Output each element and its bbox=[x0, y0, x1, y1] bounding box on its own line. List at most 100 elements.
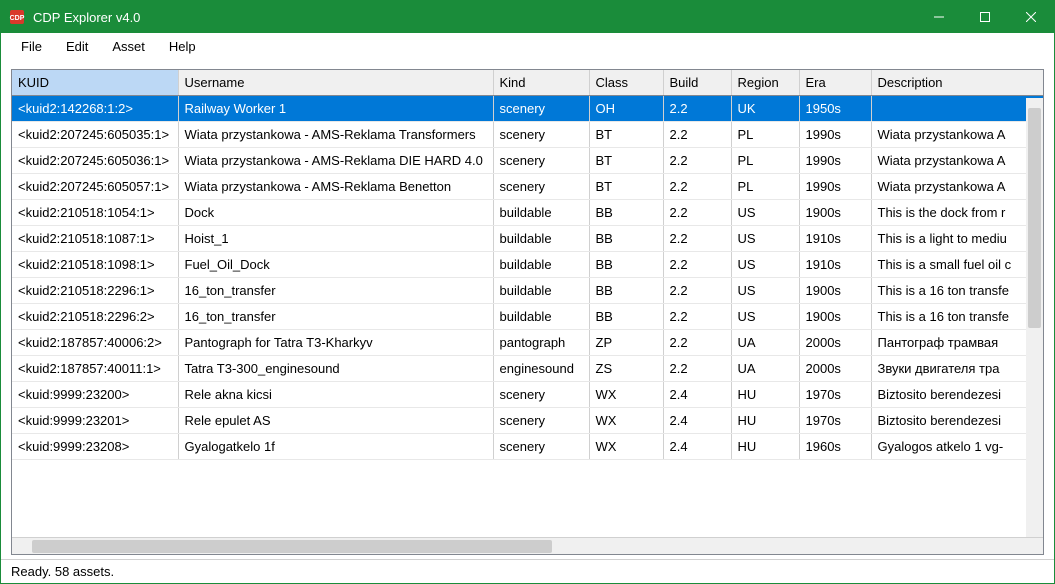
cell-build: 2.2 bbox=[663, 122, 731, 148]
table-row[interactable]: <kuid2:207245:605036:1>Wiata przystankow… bbox=[12, 148, 1043, 174]
close-button[interactable] bbox=[1008, 1, 1054, 33]
horizontal-scrollbar[interactable] bbox=[12, 537, 1043, 554]
cell-kind: buildable bbox=[493, 278, 589, 304]
table-row[interactable]: <kuid2:142268:1:2>Railway Worker 1scener… bbox=[12, 96, 1043, 122]
cell-era: 1960s bbox=[799, 434, 871, 460]
cell-build: 2.2 bbox=[663, 226, 731, 252]
cell-description: This is the dock from r bbox=[871, 200, 1043, 226]
cell-description: This is a 16 ton transfe bbox=[871, 278, 1043, 304]
menu-help[interactable]: Help bbox=[157, 35, 208, 58]
cell-username: Railway Worker 1 bbox=[178, 96, 493, 122]
cell-region: US bbox=[731, 226, 799, 252]
vertical-scrollbar[interactable] bbox=[1026, 98, 1043, 537]
cell-class: BB bbox=[589, 278, 663, 304]
cell-username: Fuel_Oil_Dock bbox=[178, 252, 493, 278]
cell-era: 1950s bbox=[799, 96, 871, 122]
col-header-region[interactable]: Region bbox=[731, 70, 799, 96]
cell-username: Pantograph for Tatra T3-Kharkyv bbox=[178, 330, 493, 356]
status-text: Ready. 58 assets. bbox=[11, 564, 114, 579]
cell-kuid: <kuid2:207245:605057:1> bbox=[12, 174, 178, 200]
cell-kind: scenery bbox=[493, 408, 589, 434]
horizontal-scrollbar-thumb[interactable] bbox=[32, 540, 552, 553]
col-header-kuid[interactable]: KUID bbox=[12, 70, 178, 96]
app-icon: CDP bbox=[9, 9, 25, 25]
cell-kuid: <kuid2:210518:1054:1> bbox=[12, 200, 178, 226]
cell-class: BT bbox=[589, 122, 663, 148]
cell-kind: scenery bbox=[493, 122, 589, 148]
cell-username: Wiata przystankowa - AMS-Reklama DIE HAR… bbox=[178, 148, 493, 174]
cell-class: WX bbox=[589, 382, 663, 408]
col-header-description[interactable]: Description bbox=[871, 70, 1043, 96]
cell-region: UA bbox=[731, 330, 799, 356]
table-header-row: KUID Username Kind Class Build Region Er… bbox=[12, 70, 1043, 96]
cell-class: BT bbox=[589, 148, 663, 174]
cell-build: 2.2 bbox=[663, 174, 731, 200]
cell-kind: scenery bbox=[493, 148, 589, 174]
cell-era: 1990s bbox=[799, 174, 871, 200]
cell-kind: scenery bbox=[493, 174, 589, 200]
cell-description: Звуки двигателя тра bbox=[871, 356, 1043, 382]
menu-asset[interactable]: Asset bbox=[100, 35, 157, 58]
cell-kind: buildable bbox=[493, 226, 589, 252]
cell-description: This is a light to mediu bbox=[871, 226, 1043, 252]
cell-kind: buildable bbox=[493, 252, 589, 278]
cell-username: Gyalogatkelo 1f bbox=[178, 434, 493, 460]
maximize-button[interactable] bbox=[962, 1, 1008, 33]
table-row[interactable]: <kuid2:210518:1054:1>DockbuildableBB2.2U… bbox=[12, 200, 1043, 226]
minimize-button[interactable] bbox=[916, 1, 962, 33]
cell-class: BT bbox=[589, 174, 663, 200]
table-row[interactable]: <kuid2:187857:40011:1>Tatra T3-300_engin… bbox=[12, 356, 1043, 382]
table-row[interactable]: <kuid:9999:23208>Gyalogatkelo 1fsceneryW… bbox=[12, 434, 1043, 460]
cell-username: Wiata przystankowa - AMS-Reklama Transfo… bbox=[178, 122, 493, 148]
asset-table-container: KUID Username Kind Class Build Region Er… bbox=[11, 69, 1044, 555]
vertical-scrollbar-thumb[interactable] bbox=[1028, 108, 1041, 328]
cell-era: 2000s bbox=[799, 356, 871, 382]
table-row[interactable]: <kuid2:207245:605057:1> Wiata przystankow… bbox=[12, 174, 1043, 200]
cell-build: 2.4 bbox=[663, 434, 731, 460]
cell-region: UK bbox=[731, 96, 799, 122]
cell-region: US bbox=[731, 252, 799, 278]
menu-file[interactable]: File bbox=[9, 35, 54, 58]
cell-class: WX bbox=[589, 408, 663, 434]
cell-username: Tatra T3-300_enginesound bbox=[178, 356, 493, 382]
cell-description: Wiata przystankowa A bbox=[871, 122, 1043, 148]
cell-kuid: <kuid2:187857:40011:1> bbox=[12, 356, 178, 382]
table-row[interactable]: <kuid2:210518:2296:1>16_ton_transferbuil… bbox=[12, 278, 1043, 304]
cell-class: OH bbox=[589, 96, 663, 122]
cell-build: 2.2 bbox=[663, 356, 731, 382]
titlebar[interactable]: CDP CDP Explorer v4.0 bbox=[1, 1, 1054, 33]
col-header-build[interactable]: Build bbox=[663, 70, 731, 96]
table-row[interactable]: <kuid2:210518:2296:2>16_ton_transferbuil… bbox=[12, 304, 1043, 330]
cell-kind: buildable bbox=[493, 200, 589, 226]
table-row[interactable]: <kuid2:210518:1098:1>Fuel_Oil_Dockbuilda… bbox=[12, 252, 1043, 278]
cell-username: 16_ton_transfer bbox=[178, 278, 493, 304]
table-row[interactable]: <kuid2:207245:605035:1>Wiata przystankow… bbox=[12, 122, 1043, 148]
table-row[interactable]: <kuid:9999:23200>Rele akna kicsisceneryW… bbox=[12, 382, 1043, 408]
table-row[interactable]: <kuid2:210518:1087:1>Hoist_1buildableBB2… bbox=[12, 226, 1043, 252]
cell-build: 2.2 bbox=[663, 148, 731, 174]
table-scroll[interactable]: KUID Username Kind Class Build Region Er… bbox=[12, 70, 1043, 537]
col-header-username[interactable]: Username bbox=[178, 70, 493, 96]
cell-region: PL bbox=[731, 122, 799, 148]
content-area: KUID Username Kind Class Build Region Er… bbox=[1, 59, 1054, 559]
cell-build: 2.2 bbox=[663, 252, 731, 278]
table-row[interactable]: <kuid:9999:23201>Rele epulet ASsceneryWX… bbox=[12, 408, 1043, 434]
col-header-class[interactable]: Class bbox=[589, 70, 663, 96]
cell-kuid: <kuid2:210518:1098:1> bbox=[12, 252, 178, 278]
cell-kind: scenery bbox=[493, 96, 589, 122]
cell-region: HU bbox=[731, 382, 799, 408]
cell-username: Hoist_1 bbox=[178, 226, 493, 252]
cell-class: WX bbox=[589, 434, 663, 460]
table-row[interactable]: <kuid2:187857:40006:2>Pantograph for Tat… bbox=[12, 330, 1043, 356]
cell-kuid: <kuid2:210518:1087:1> bbox=[12, 226, 178, 252]
cell-description: Biztosito berendezesi bbox=[871, 408, 1043, 434]
cell-description: Wiata przystankowa A bbox=[871, 174, 1043, 200]
col-header-era[interactable]: Era bbox=[799, 70, 871, 96]
cell-kuid: <kuid2:187857:40006:2> bbox=[12, 330, 178, 356]
cell-era: 1990s bbox=[799, 148, 871, 174]
cell-build: 2.2 bbox=[663, 200, 731, 226]
menu-edit[interactable]: Edit bbox=[54, 35, 100, 58]
cell-region: PL bbox=[731, 174, 799, 200]
cell-kuid: <kuid:9999:23200> bbox=[12, 382, 178, 408]
col-header-kind[interactable]: Kind bbox=[493, 70, 589, 96]
